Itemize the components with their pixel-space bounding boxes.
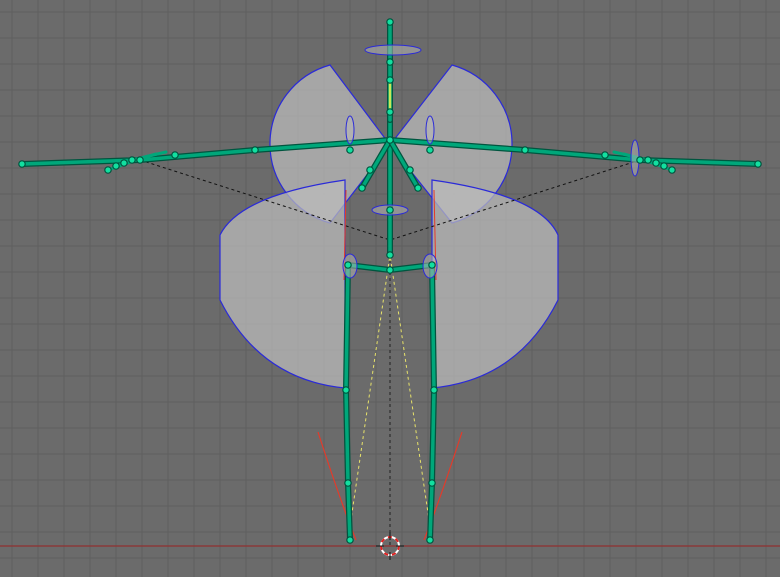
bone-joint[interactable] [652, 159, 660, 167]
3d-viewport[interactable] [0, 0, 780, 577]
bone-joint[interactable] [426, 536, 434, 544]
shin-bone-right[interactable] [430, 388, 436, 485]
head-limit-ring [364, 44, 422, 56]
bone-joint[interactable] [251, 146, 259, 154]
thigh-bone-left[interactable] [344, 263, 350, 392]
bone-joint[interactable] [386, 18, 394, 26]
bone-joint[interactable] [386, 58, 394, 66]
viewport-canvas[interactable] [0, 0, 780, 577]
bone-joint[interactable] [428, 479, 436, 487]
bone-joint[interactable] [644, 156, 652, 164]
bone-joint[interactable] [660, 162, 668, 170]
bone-joint[interactable] [342, 386, 350, 394]
bone-joint[interactable] [171, 151, 179, 159]
shoulder-limit-ring-left [345, 115, 355, 145]
thigh-bone-right[interactable] [430, 263, 436, 392]
bone-joint[interactable] [112, 162, 120, 170]
bone-joint[interactable] [386, 108, 394, 116]
hip-limit-sphere-right [431, 179, 559, 389]
bone-joint[interactable] [668, 166, 676, 174]
bone-joint[interactable] [406, 166, 414, 174]
bone-joint[interactable] [601, 151, 609, 159]
bone-joint[interactable] [754, 160, 762, 168]
bone-joint[interactable] [521, 146, 529, 154]
bone-joint[interactable] [366, 166, 374, 174]
foot-bone-right[interactable] [428, 481, 434, 542]
bone-joint[interactable] [136, 156, 144, 164]
bone-joint[interactable] [386, 251, 394, 259]
bone-joint[interactable] [414, 184, 422, 192]
bone-joint[interactable] [428, 261, 436, 269]
bone-joint[interactable] [386, 206, 394, 214]
bone-joint[interactable] [346, 146, 354, 154]
bone-joint[interactable] [386, 136, 394, 144]
shin-bone-left[interactable] [344, 388, 350, 485]
bone-joint[interactable] [344, 261, 352, 269]
bone-joint[interactable] [430, 386, 438, 394]
bone-joint[interactable] [120, 159, 128, 167]
bone-joint[interactable] [346, 536, 354, 544]
bone-joint[interactable] [104, 166, 112, 174]
bone-joint[interactable] [386, 76, 394, 84]
bone-joint[interactable] [344, 479, 352, 487]
bone-joint[interactable] [18, 160, 26, 168]
bone-joint[interactable] [358, 184, 366, 192]
bone-joint[interactable] [386, 266, 394, 274]
hip-limit-sphere-left [219, 179, 346, 389]
foot-bone-left[interactable] [346, 481, 352, 542]
bone-joint[interactable] [636, 156, 644, 164]
bone-joint[interactable] [128, 156, 136, 164]
shoulder-limit-ring-right [425, 115, 435, 145]
bone-joint[interactable] [426, 146, 434, 154]
